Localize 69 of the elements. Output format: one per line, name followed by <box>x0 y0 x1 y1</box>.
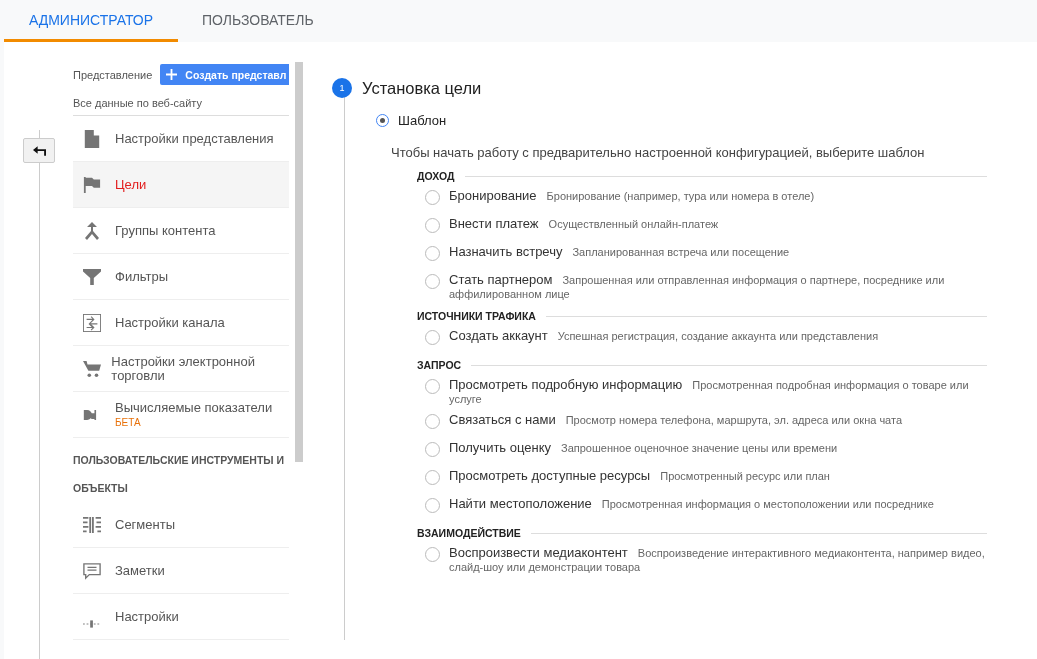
tab[interactable]: ПОЛЬЗОВАТЕЛЬ <box>178 0 338 42</box>
step-title: Установка цели <box>362 78 482 98</box>
view-label: Представление <box>73 68 153 81</box>
option-text: Стать партнером Запрошенная или отправленная информация о партнере, посреднике или аффилированном лице <box>449 273 946 301</box>
radio-button[interactable] <box>425 414 440 429</box>
group-heading: ЗАПРОС <box>417 359 462 371</box>
notes-icon <box>83 561 101 580</box>
merge-icon <box>83 221 101 240</box>
flag-icon <box>83 175 101 194</box>
radio-button[interactable] <box>425 190 440 205</box>
scrollbar[interactable] <box>295 62 303 462</box>
nav-item-label: Настройки канала <box>115 315 225 330</box>
channel-settings-icon <box>83 313 101 332</box>
radio-label: Шаблон <box>398 113 447 128</box>
group-heading: ДОХОД <box>417 170 455 182</box>
nav-item[interactable]: Настройки электронной торговли <box>73 346 289 392</box>
option-text: Внести платеж Осуществленный онлайн-платеж <box>449 217 719 231</box>
nav-item[interactable]: Настройки <box>73 594 289 640</box>
group-heading: ИСТОЧНИКИ ТРАФИКА <box>417 310 536 322</box>
nav-item[interactable]: Вычисляемые показатели БЕТА <box>73 392 289 438</box>
nav-item-label: Цели <box>115 177 147 192</box>
hint-text: Чтобы начать работу с предварительно настроенной конфигурацией, выберите шаблон <box>391 145 926 160</box>
nav-item[interactable]: Группы контента <box>73 208 289 254</box>
view-name: Все данные по веб-сайту <box>73 85 289 116</box>
radio-button[interactable] <box>425 218 440 233</box>
option-text: Связаться с нами Просмотр номера телефона, маршрута, эл. адреса или окна чата <box>449 413 903 427</box>
slider-icon <box>83 619 101 628</box>
nav-item-label: Вычисляемые показатели <box>115 401 273 415</box>
nav-item-label: Настройки электронной торговли <box>111 354 256 383</box>
radio-button[interactable] <box>425 379 440 394</box>
plus-icon <box>166 69 178 80</box>
back-arrow-icon <box>32 145 46 156</box>
radio-button[interactable] <box>425 547 440 562</box>
option-text: Создать аккаунт Успешная регистрация, создание аккаунта или представления <box>449 329 879 343</box>
back-button[interactable] <box>23 138 55 163</box>
nav-item[interactable]: Настройки канала <box>73 300 289 346</box>
nav-item-label: Сегменты <box>115 517 175 532</box>
radio-button[interactable] <box>376 114 389 127</box>
nav-item[interactable]: Заметки <box>73 548 289 594</box>
filter-icon <box>83 267 101 286</box>
radio-button[interactable] <box>425 330 440 345</box>
nav-item-label: Заметки <box>115 563 165 578</box>
beta-label: БЕТА <box>115 417 142 428</box>
nav-item[interactable]: Сегменты <box>73 502 289 548</box>
create-view-button[interactable]: Создать представл <box>160 64 289 85</box>
option-text: Просмотреть подробную информацию Просмотренная подробная информация о товаре или услуге <box>449 378 970 406</box>
nav-item-label: Настройки <box>115 609 179 624</box>
radio-button[interactable] <box>425 442 440 457</box>
nav-item-label: Фильтры <box>115 269 168 284</box>
option-text: Найти местоположение Просмотренная информация о местоположении или посреднике <box>449 497 934 511</box>
option-text: Назначить встречу Запланированная встреча или посещение <box>449 245 790 259</box>
segments-icon <box>83 515 101 534</box>
nav-item-label: Настройки представления <box>115 131 274 146</box>
option-text: Получить оценку Запрошенное оценочное значение цены или времени <box>449 441 838 455</box>
section-heading: ПОЛЬЗОВАТЕЛЬСКИЕ ИНСТРУМЕНТЫ И ОБЪЕКТЫ <box>73 453 286 496</box>
group-heading: ВЗАИМОДЕЙСТВИЕ <box>417 527 521 539</box>
nav-item[interactable]: Фильтры <box>73 254 289 300</box>
radio-button[interactable] <box>425 246 440 261</box>
cart-icon <box>83 359 101 378</box>
option-text: Воспроизвести медиаконтент Воспроизведение интерактивного медиаконтента, например видео, слайд-шоу или демонстрации товара <box>449 546 986 574</box>
option-text: Просмотреть доступные ресурсы Просмотренный ресурс или план <box>449 469 830 483</box>
nav-item[interactable]: Цели <box>73 162 289 208</box>
radio-button[interactable] <box>425 470 440 485</box>
radio-button[interactable] <box>425 274 440 289</box>
step-number: 1 <box>332 78 352 98</box>
option-text: Бронирование Бронирование (например, тура или номера в отеле) <box>449 189 815 203</box>
nav-item-label: Группы контента <box>115 223 216 238</box>
radio-button[interactable] <box>425 498 440 513</box>
document-icon <box>83 129 101 148</box>
